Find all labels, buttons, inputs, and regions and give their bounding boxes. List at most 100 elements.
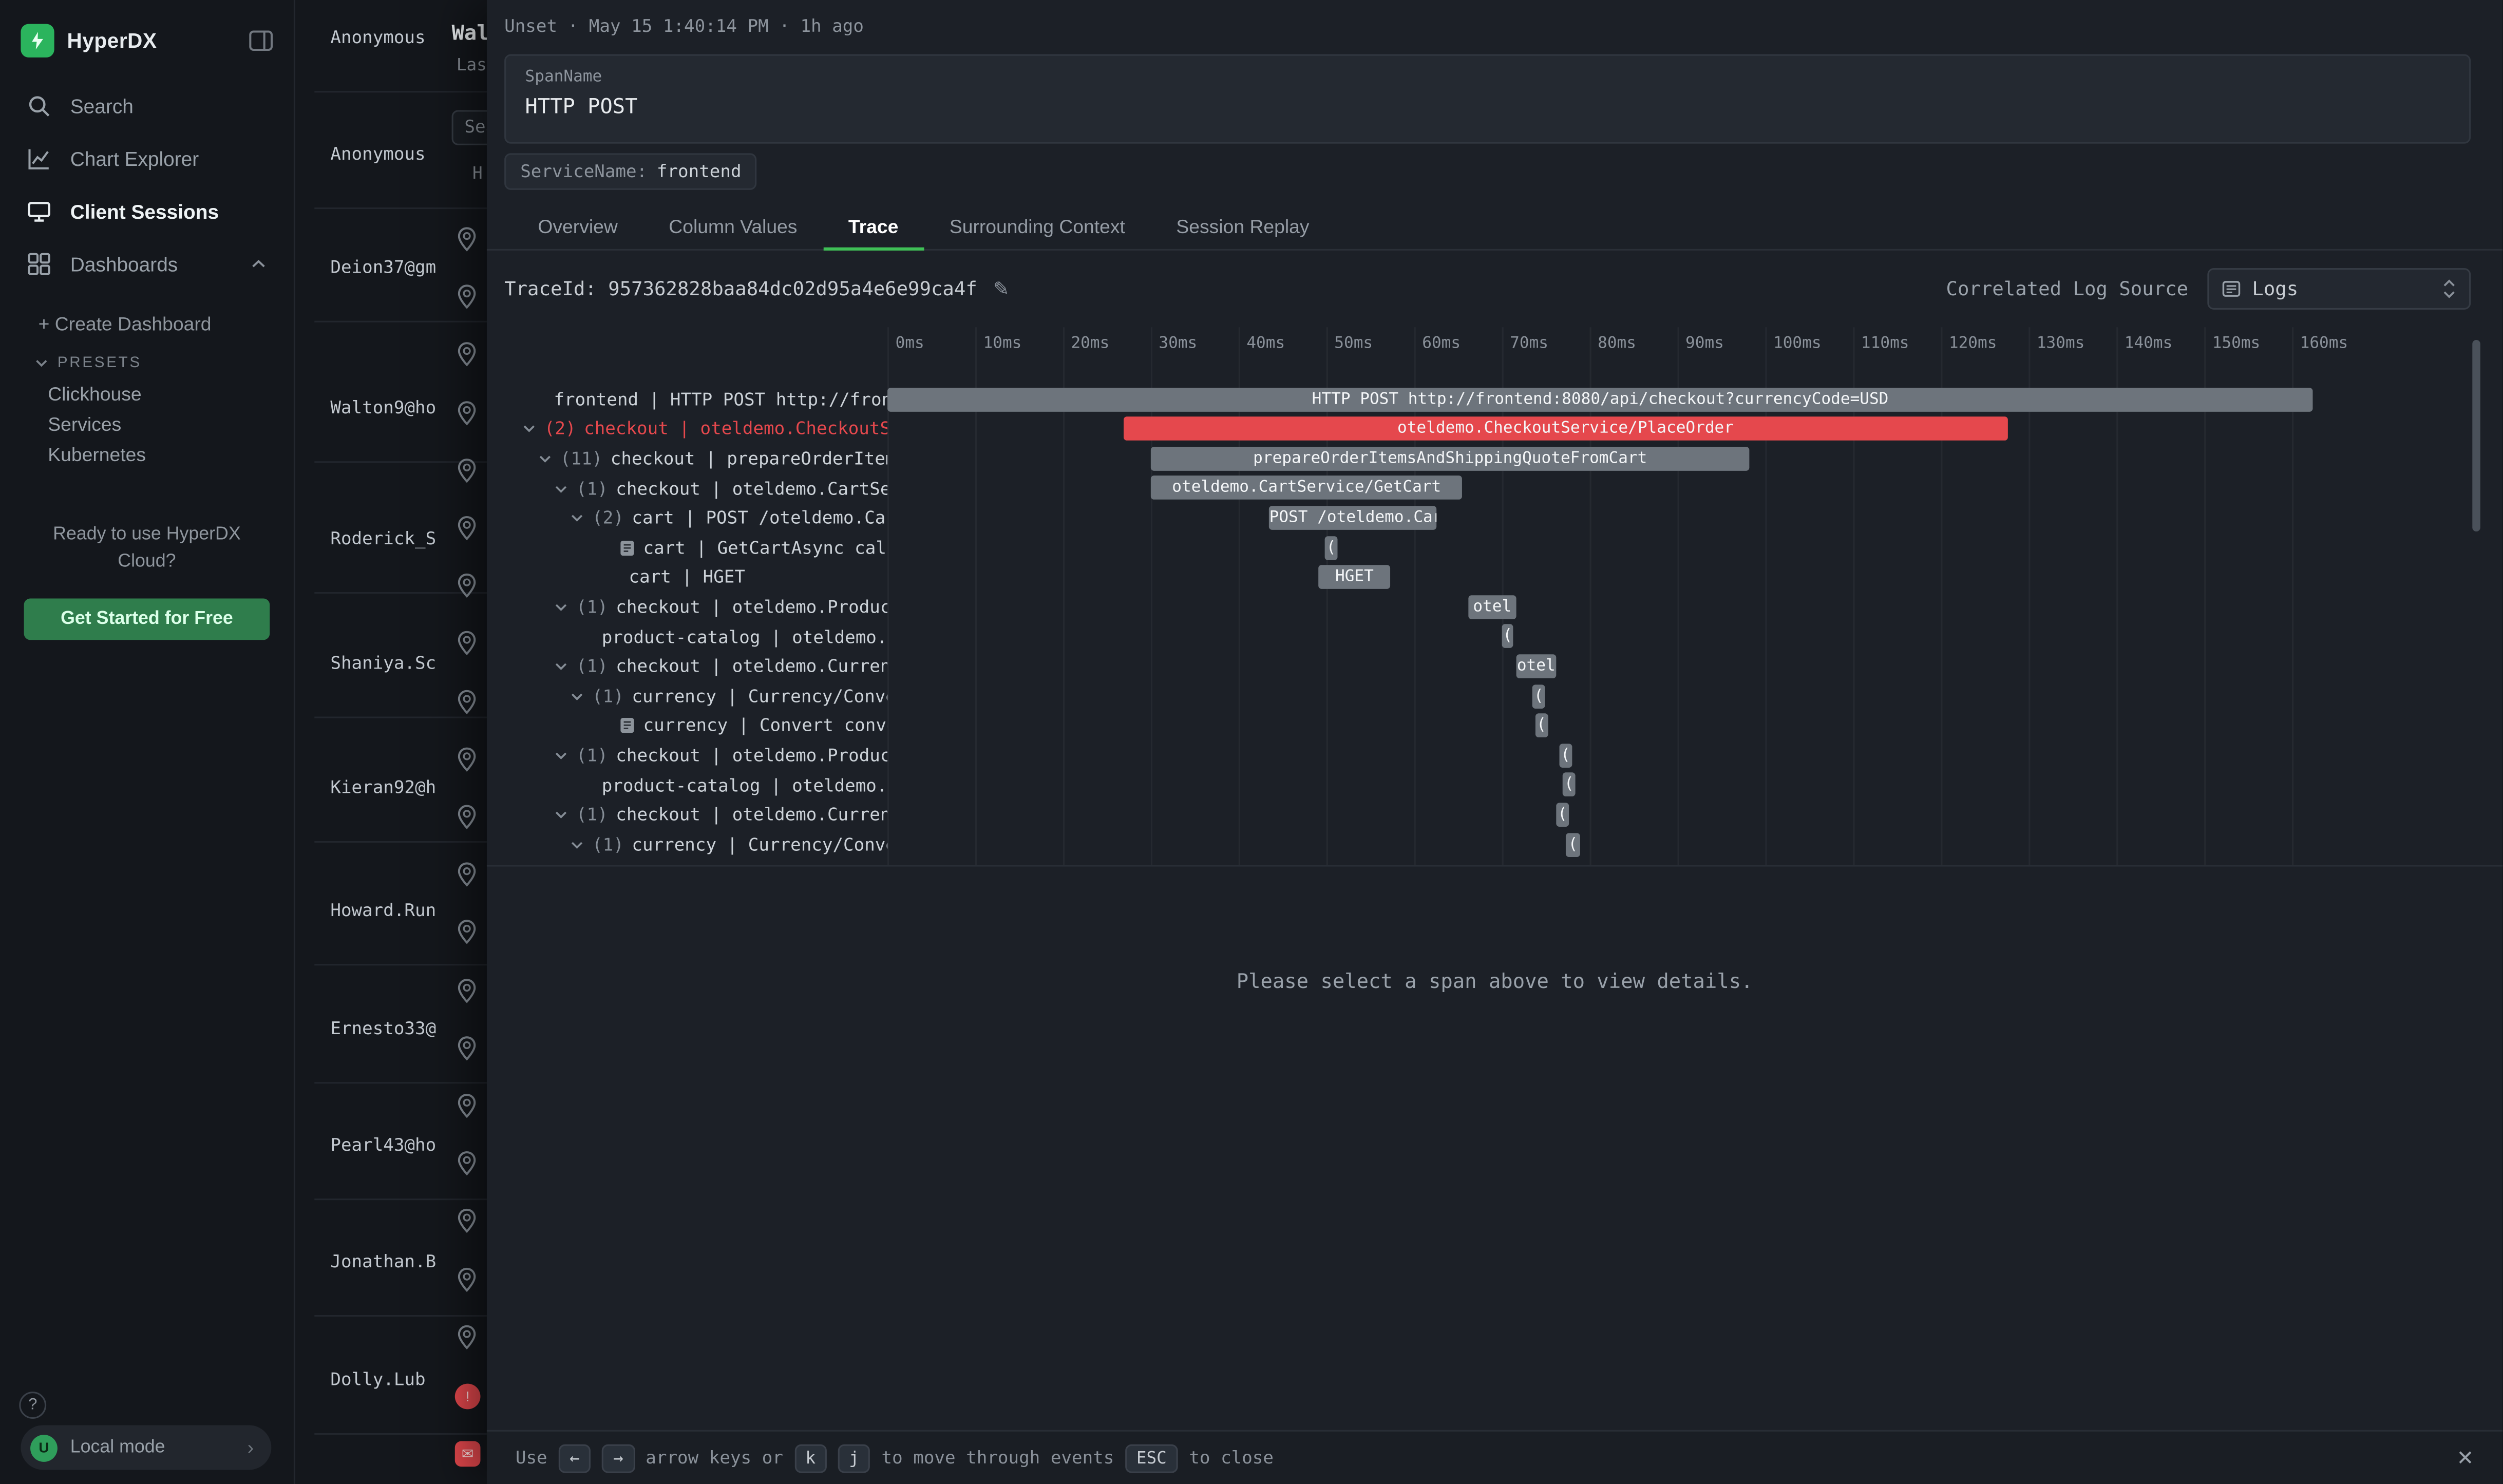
close-icon[interactable]: ✕ [2457, 1445, 2474, 1471]
sidebar: HyperDX Search Chart Explorer [0, 0, 295, 1484]
location-pin-icon[interactable] [455, 1209, 479, 1234]
chevron-right-icon: › [248, 1436, 254, 1459]
trace-span-bar[interactable]: otel [1516, 654, 1557, 678]
time-tick-label: 80ms [1598, 335, 1636, 353]
trace-span-bar[interactable]: oteldemo.CartService/GetCart [1151, 476, 1463, 500]
location-pin-icon[interactable] [455, 804, 479, 830]
presets-toggle[interactable]: PRESETS [35, 345, 293, 379]
session-list-item[interactable]: Howard.Run [330, 900, 487, 921]
trace-span-bar[interactable]: prepareOrderItemsAndShippingQuoteFromCar… [1151, 446, 1750, 470]
trace-id-value: 957362828baa84dc02d95a4e6e99ca4f [608, 278, 977, 300]
trace-tree-row[interactable]: (1)currency | Currency/Convert [504, 681, 887, 711]
trace-tree-row[interactable]: cart | GetCartAsync called… [504, 533, 887, 563]
sidebar-preset-services[interactable]: Services [0, 410, 294, 441]
search-input-fragment[interactable]: Sea [452, 110, 487, 145]
session-list-item[interactable]: Kieran92@h [330, 777, 487, 798]
trace-tree-row[interactable]: (2)checkout | oteldemo.CheckoutServic… [504, 414, 887, 444]
trace-tree-row[interactable]: (1)currency | Currency/Convert [504, 830, 887, 860]
session-list-item[interactable]: Anonymous [330, 144, 487, 164]
location-pin-icon[interactable] [455, 226, 479, 252]
session-list-item[interactable]: Deion37@gm [330, 257, 487, 277]
location-pin-icon[interactable] [455, 458, 479, 483]
tab-overview[interactable]: Overview [513, 207, 643, 249]
get-started-button[interactable]: Get Started for Free [24, 599, 270, 640]
trace-span-bar[interactable]: ( [1559, 743, 1572, 767]
trace-tree-row[interactable]: (2)cart | POST /oteldemo.CartSe… [504, 503, 887, 533]
sidebar-preset-kubernetes[interactable]: Kubernetes [0, 441, 294, 471]
local-mode-menu[interactable]: U Local mode › [21, 1425, 271, 1470]
location-pin-icon[interactable] [455, 862, 479, 888]
scrollbar-thumb[interactable] [2472, 340, 2480, 531]
trace-tree-row[interactable]: currency | Convert convers… [504, 711, 887, 741]
collapse-sidebar-icon[interactable] [249, 29, 273, 50]
service-name-chip: ServiceName: frontend [504, 153, 757, 189]
trace-tree-row[interactable]: cart | HGET [504, 563, 887, 593]
location-pin-icon[interactable] [455, 1035, 479, 1061]
trace-span-bar[interactable]: ( [1563, 773, 1576, 797]
time-tick-label: 120ms [1949, 335, 1997, 353]
mail-event-badge-icon[interactable]: ✉ [455, 1441, 481, 1467]
trace-span-bar[interactable]: HTTP POST http://frontend:8080/api/check… [887, 387, 2313, 411]
location-pin-icon[interactable] [455, 689, 479, 714]
location-pin-icon[interactable] [455, 747, 479, 772]
session-divider [314, 716, 487, 718]
location-pin-icon[interactable] [455, 1324, 479, 1350]
log-source-value: Logs [2252, 278, 2298, 300]
trace-tree-row[interactable]: product-catalog | oteldemo.Prod… [504, 622, 887, 652]
trace-span-bar[interactable]: oteldemo.CheckoutService/PlaceOrder [1124, 416, 2007, 441]
sidebar-item-dashboards[interactable]: Dashboards [0, 238, 294, 291]
trace-tree-row[interactable]: (1)checkout | oteldemo.CurrencySe… [504, 800, 887, 830]
location-pin-icon[interactable] [455, 342, 479, 368]
trace-tree-row[interactable]: (1)checkout | oteldemo.ProductCat… [504, 741, 887, 771]
column-header-fragment: H [472, 164, 483, 183]
location-pin-icon[interactable] [455, 573, 479, 599]
time-tick-label: 60ms [1422, 335, 1461, 353]
location-pin-icon[interactable] [455, 1093, 479, 1119]
location-pin-icon[interactable] [455, 1151, 479, 1176]
trace-tree-row[interactable]: (1)checkout | oteldemo.CartServic… [504, 473, 887, 503]
tab-trace[interactable]: Trace [823, 207, 924, 249]
trace-tree-row[interactable]: frontend | HTTP POST http://frontend:… [504, 385, 887, 414]
trace-span-bar[interactable]: ( [1566, 832, 1580, 857]
k-key: k [794, 1443, 827, 1472]
location-pin-icon[interactable] [455, 920, 479, 945]
session-list-item[interactable]: Anonymous [330, 27, 487, 48]
location-pin-icon[interactable] [455, 516, 479, 541]
sidebar-preset-clickhouse[interactable]: Clickhouse [0, 380, 294, 410]
edit-icon[interactable]: ✎ [993, 278, 1009, 300]
create-dashboard-button[interactable]: + Create Dashboard [39, 303, 294, 345]
sidebar-item-chart-explorer[interactable]: Chart Explorer [0, 132, 294, 185]
trace-span-bar[interactable]: POST /oteldemo.Cart [1269, 506, 1436, 530]
trace-span-chart: 0ms10ms20ms30ms40ms50ms60ms70ms80ms90ms1… [887, 327, 2466, 865]
trace-scrollbar[interactable] [2472, 340, 2480, 854]
trace-span-bar[interactable]: ( [1535, 714, 1548, 738]
time-tick-label: 100ms [1773, 335, 1822, 353]
trace-span-bar[interactable]: ( [1502, 624, 1513, 649]
location-pin-icon[interactable] [455, 978, 479, 1003]
trace-span-bar[interactable]: HGET [1318, 565, 1390, 589]
error-event-badge-icon[interactable]: ! [455, 1384, 481, 1410]
sidebar-item-search[interactable]: Search [0, 80, 294, 132]
trace-span-bar[interactable]: ( [1324, 536, 1338, 560]
help-button[interactable]: ? [19, 1392, 46, 1419]
location-pin-icon[interactable] [455, 1266, 479, 1292]
time-tick-label: 160ms [2300, 335, 2348, 353]
trace-tree-row[interactable]: (1)checkout | oteldemo.CurrencySe… [504, 652, 887, 681]
location-pin-icon[interactable] [455, 400, 479, 426]
tab-surrounding-context[interactable]: Surrounding Context [924, 207, 1151, 249]
location-pin-icon[interactable] [455, 284, 479, 310]
brand-row: HyperDX [0, 0, 294, 80]
sidebar-item-label: Chart Explorer [70, 147, 199, 170]
trace-span-bar[interactable]: ( [1532, 684, 1545, 708]
sidebar-item-client-sessions[interactable]: Client Sessions [0, 185, 294, 238]
tab-session-replay[interactable]: Session Replay [1151, 207, 1335, 249]
tab-column-values[interactable]: Column Values [643, 207, 823, 249]
trace-tree-row[interactable]: (1)checkout | oteldemo.ProductCat… [504, 593, 887, 622]
location-pin-icon[interactable] [455, 631, 479, 657]
trace-tree-row[interactable]: product-catalog | oteldemo.Prod… [504, 771, 887, 801]
log-source-select[interactable]: Logs [2207, 268, 2471, 310]
trace-span-bar[interactable]: otel [1469, 595, 1516, 619]
trace-tree-row[interactable]: (11)checkout | prepareOrderItemsAnd… [504, 444, 887, 474]
trace-span-bar[interactable]: ( [1557, 803, 1569, 827]
hyperdx-logo-icon [21, 23, 54, 56]
